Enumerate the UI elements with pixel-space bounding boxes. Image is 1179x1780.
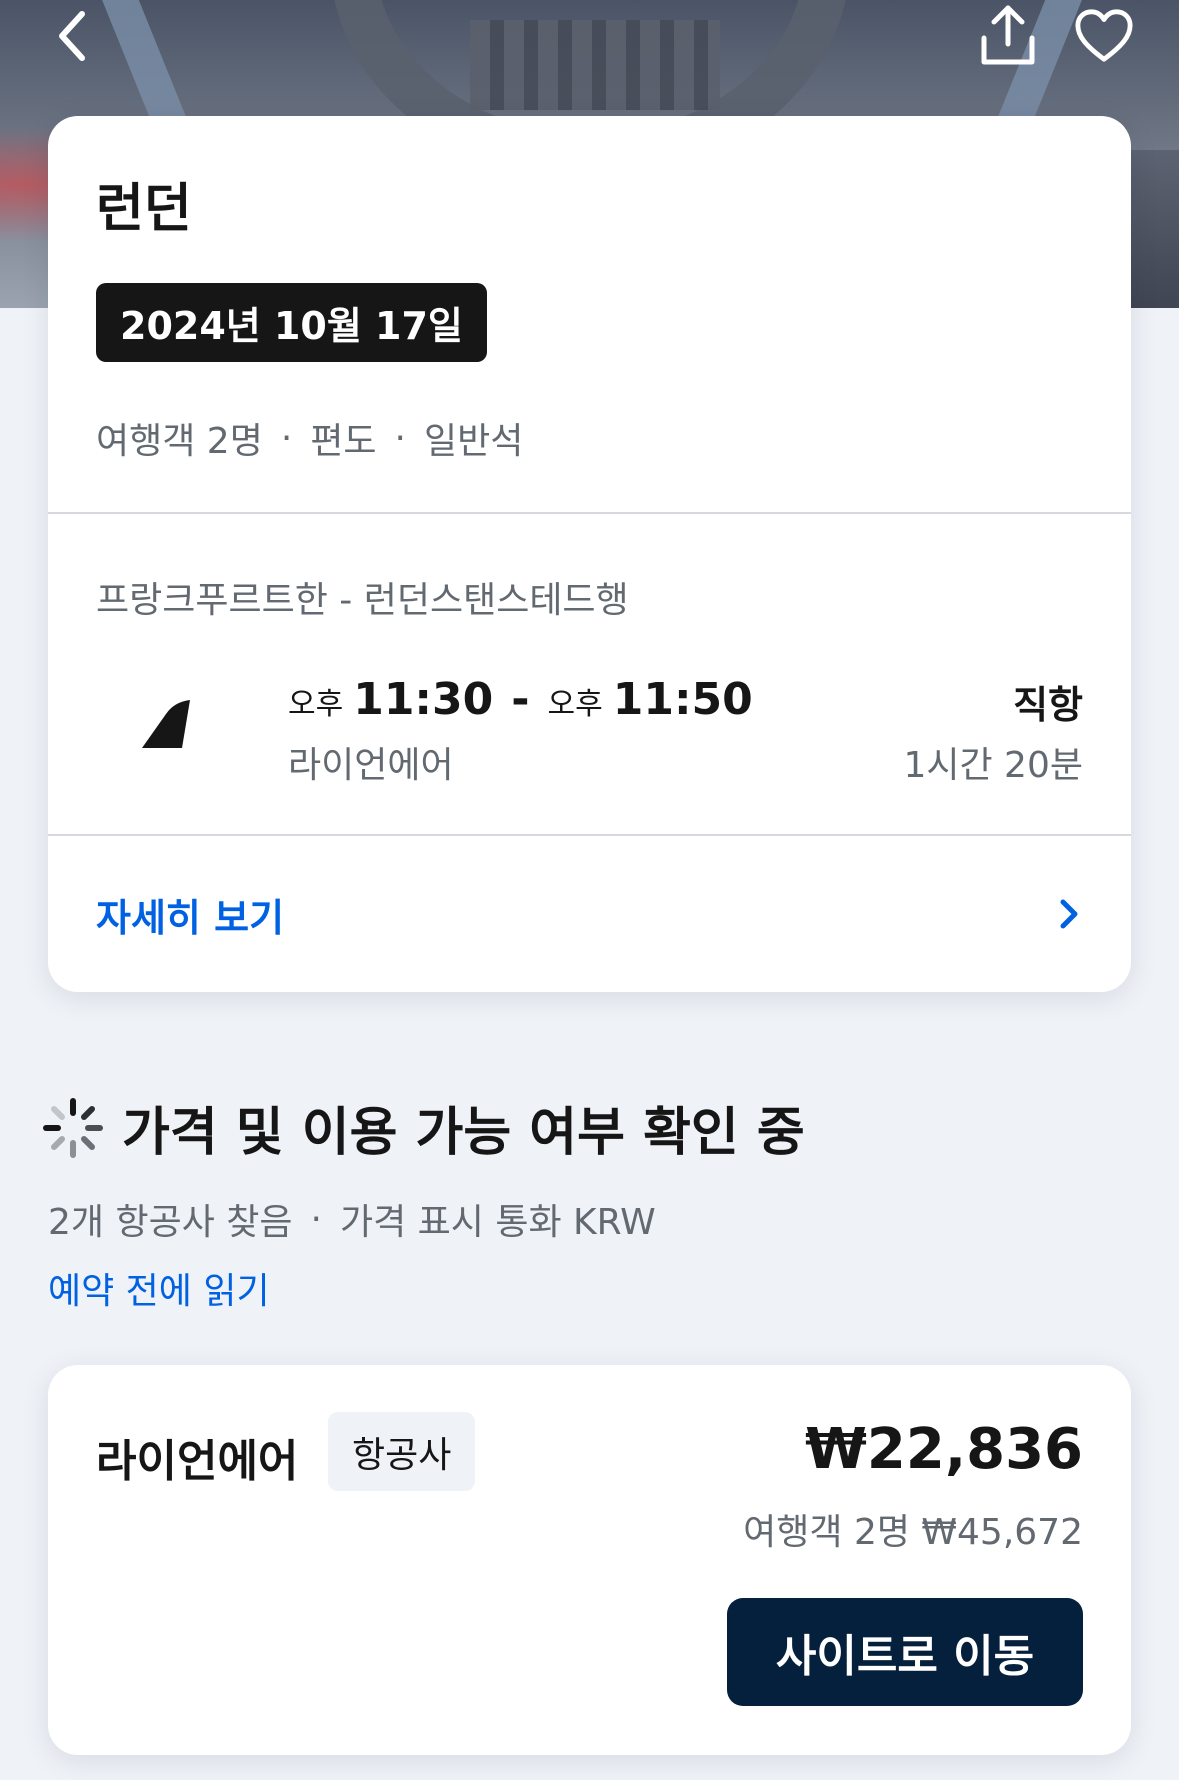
flight-times: 오후 11:30 - 오후 11:50 (288, 674, 753, 725)
operating-airline: 라이언에어 (288, 745, 454, 786)
bridge-tower (470, 20, 720, 110)
offer-card: 라이언에어 항공사 ₩22,836 여행객 2명 ₩45,672 사이트로 이동 (48, 1365, 1131, 1755)
separator-dot: · (310, 1198, 322, 1240)
loading-header: 가격 및 이용 가능 여부 확인 중 (40, 1090, 805, 1165)
arrive-ampm: 오후 (547, 687, 603, 722)
currency-note: 가격 표시 통화 KRW (339, 1202, 656, 1243)
favorite-button[interactable] (1074, 6, 1134, 66)
separator-dot: · (280, 417, 293, 459)
travelers-count: 여행객 2명 (96, 421, 263, 462)
back-button[interactable] (42, 6, 102, 66)
offer-airline-name: 라이언에어 (96, 1436, 299, 1487)
view-details-button[interactable]: 자세히 보기 (48, 836, 1131, 992)
depart-time: 11:30 (353, 674, 494, 725)
go-to-site-button[interactable]: 사이트로 이동 (727, 1598, 1083, 1706)
offer-total-price: 여행객 2명 ₩45,672 (743, 1512, 1083, 1553)
spinner-icon (43, 1097, 103, 1158)
arrive-time: 11:50 (612, 674, 753, 725)
destination-city: 런던 (96, 179, 192, 239)
trip-type: 편도 (310, 421, 377, 462)
airline-tag-badge: 항공사 (328, 1412, 476, 1491)
loading-title: 가격 및 이용 가능 여부 확인 중 (122, 1103, 805, 1163)
separator-dot: · (394, 417, 406, 459)
trip-summary-card: 런던 2024년 10월 17일 여행객 2명 · 편도 · 일반석 프랑크푸르… (48, 116, 1131, 992)
view-details-label: 자세히 보기 (96, 895, 285, 940)
airline-tail-icon (142, 700, 190, 748)
date-badge: 2024년 10월 17일 (96, 283, 487, 362)
depart-ampm: 오후 (288, 687, 344, 722)
time-dash: - (511, 674, 530, 725)
divider (48, 512, 1131, 514)
search-summary: 2개 항공사 찾음 · 가격 표시 통화 KRW (48, 1193, 656, 1245)
heart-outline-icon (1075, 9, 1133, 62)
offer-price: ₩22,836 (805, 1417, 1083, 1482)
flight-route: 프랑크푸르트한 - 런던스탠스테드행 (96, 580, 629, 621)
read-before-booking-link[interactable]: 예약 전에 읽기 (48, 1262, 270, 1314)
stops-label: 직항 (1013, 683, 1083, 727)
trip-meta: 여행객 2명 · 편도 · 일반석 (96, 412, 523, 464)
chevron-left-icon (59, 11, 85, 61)
share-upload-icon (981, 5, 1035, 65)
flight-duration: 1시간 20분 (903, 745, 1083, 786)
chevron-right-icon (1060, 899, 1078, 929)
cabin-class: 일반석 (423, 421, 524, 462)
airlines-found: 2개 항공사 찾음 (48, 1202, 293, 1243)
share-button[interactable] (978, 5, 1038, 66)
